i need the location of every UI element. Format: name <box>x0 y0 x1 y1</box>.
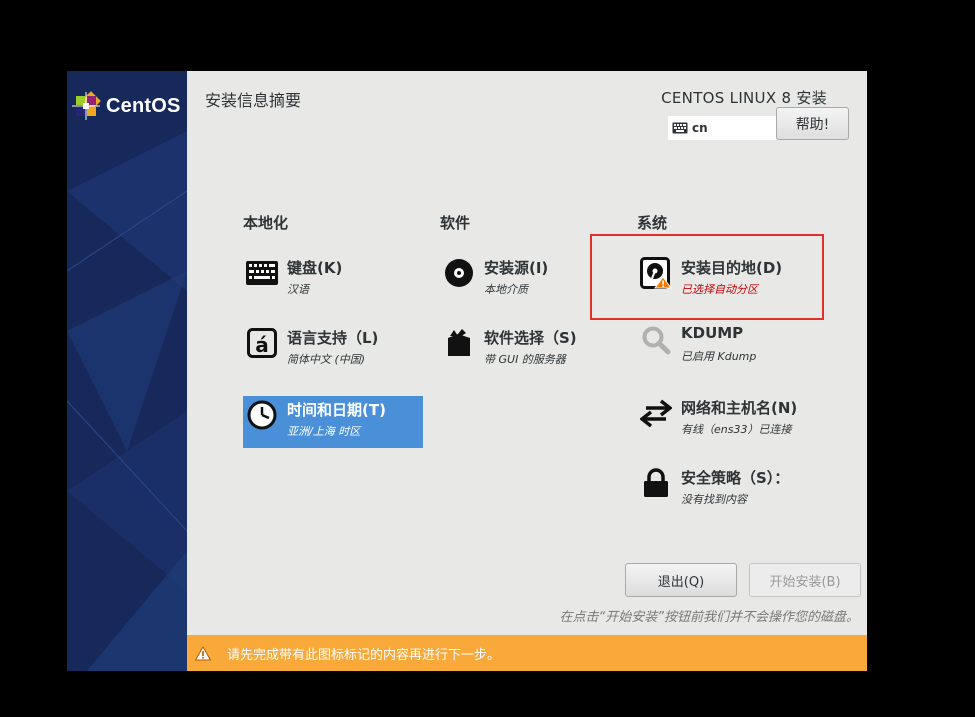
language-icon: á <box>245 326 279 360</box>
quit-button[interactable]: 退出(Q) <box>625 563 737 597</box>
spoke-network-status: 有线（ens33）已连接 <box>681 423 792 436</box>
spoke-security-policy-status: 没有找到内容 <box>681 493 747 506</box>
spoke-software-selection-status: 带 GUI 的服务器 <box>484 353 566 366</box>
centos-logo-icon <box>72 91 101 120</box>
spoke-language-name: 语言支持（L) <box>287 329 379 347</box>
product-title: CENTOS LINUX 8 安装 <box>661 89 827 107</box>
network-arrows-icon <box>639 396 673 430</box>
spoke-install-source-name: 安装源(I) <box>484 259 549 277</box>
clock-icon <box>245 398 279 432</box>
keyboard-layout-label: cn <box>692 121 708 135</box>
page-title: 安装信息摘要 <box>205 91 302 110</box>
spoke-software-selection[interactable]: 软件选择（S) 带 GUI 的服务器 <box>440 324 620 376</box>
category-software: 软件 <box>440 214 471 232</box>
spoke-kdump[interactable]: KDUMP 已启用 Kdump <box>637 321 817 373</box>
main-panel: 安装信息摘要 CENTOS LINUX 8 安装 cn 帮助! 本地化 软件 系… <box>187 71 867 671</box>
keyboard-layout-indicator[interactable]: cn <box>668 116 776 140</box>
spoke-datetime[interactable]: 时间和日期(T) 亚洲/上海 时区 <box>243 396 423 448</box>
category-localization: 本地化 <box>243 214 289 232</box>
svg-text:á: á <box>255 333 269 357</box>
spoke-kdump-name: KDUMP <box>681 324 744 342</box>
package-icon <box>442 326 476 360</box>
spoke-install-destination-status: 已选择自动分区 <box>681 283 758 296</box>
begin-installation-button[interactable]: 开始安装(B) <box>749 563 861 597</box>
lock-icon <box>639 466 673 500</box>
spoke-kdump-status: 已启用 Kdump <box>681 350 757 363</box>
harddisk-warning-icon <box>639 256 673 290</box>
warning-bar: 请先完成带有此图标标记的内容再进行下一步。 <box>187 635 867 671</box>
keyboard-icon <box>672 122 688 134</box>
disk-note: 在点击“开始安装”按钮前我们并不会操作您的磁盘。 <box>559 610 859 625</box>
spoke-security-policy-name: 安全策略（S）： <box>681 469 790 487</box>
sidebar-pattern <box>67 131 187 671</box>
warning-message: 请先完成带有此图标标记的内容再进行下一步。 <box>227 647 501 663</box>
installer-window: CentOS 安装信息摘要 CENTOS LINUX 8 安装 cn 帮助! 本… <box>67 71 867 671</box>
keyboard-icon <box>245 256 279 290</box>
spoke-network-name: 网络和主机名(N) <box>681 399 798 417</box>
spoke-language-status: 简体中文 (中国) <box>287 353 366 366</box>
spoke-install-source-status: 本地介质 <box>484 283 528 296</box>
spoke-network[interactable]: 网络和主机名(N) 有线（ens33）已连接 <box>637 394 817 446</box>
category-system: 系统 <box>637 214 668 232</box>
spoke-keyboard-name: 键盘(K) <box>287 259 343 277</box>
logo-text: CentOS <box>106 94 181 117</box>
spoke-datetime-name: 时间和日期(T) <box>287 401 386 419</box>
spoke-language[interactable]: á 语言支持（L) 简体中文 (中国) <box>243 324 423 376</box>
spoke-datetime-status: 亚洲/上海 时区 <box>287 425 361 438</box>
magnifier-icon <box>639 323 673 357</box>
sidebar: CentOS <box>67 71 187 671</box>
spoke-install-destination[interactable]: 安装目的地(D) 已选择自动分区 <box>637 254 817 306</box>
spoke-keyboard[interactable]: 键盘(K) 汉语 <box>243 254 423 306</box>
help-button[interactable]: 帮助! <box>776 107 849 140</box>
spoke-keyboard-status: 汉语 <box>287 283 309 296</box>
centos-logo: CentOS <box>70 90 181 122</box>
spoke-security-policy[interactable]: 安全策略（S）： 没有找到内容 <box>637 464 817 516</box>
spoke-install-destination-name: 安装目的地(D) <box>681 259 783 277</box>
spoke-software-selection-name: 软件选择（S) <box>484 329 577 347</box>
warning-icon <box>195 645 211 660</box>
disc-icon <box>442 256 476 290</box>
